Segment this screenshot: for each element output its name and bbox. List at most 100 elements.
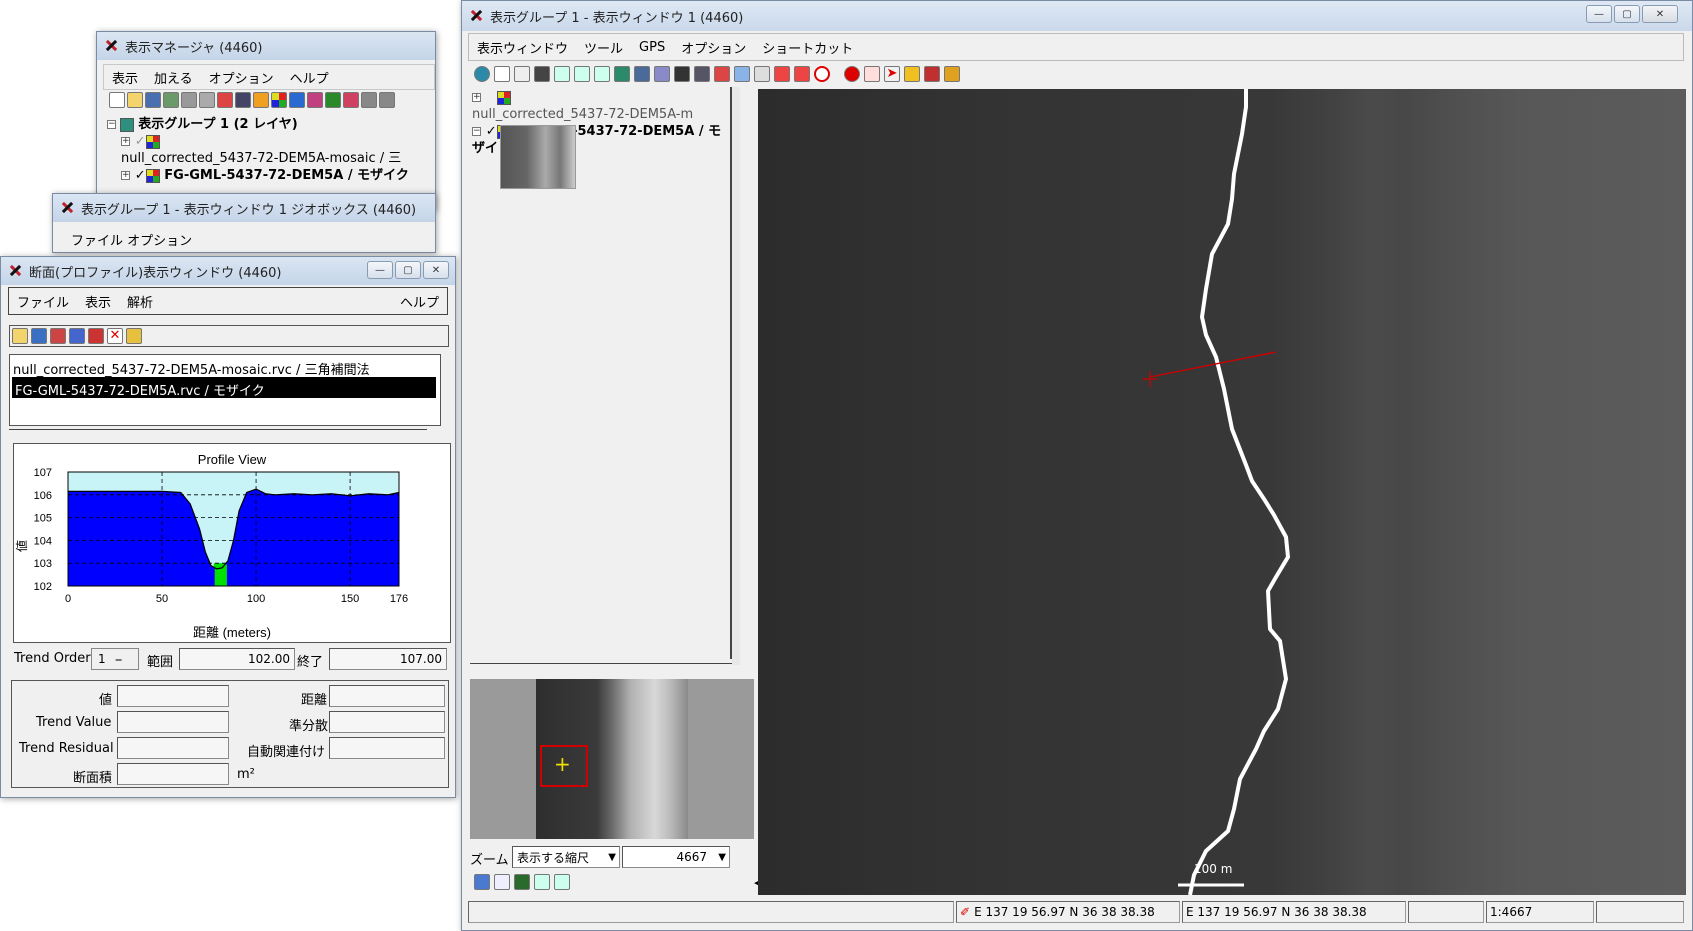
copy-icon[interactable] (50, 328, 66, 344)
zoom-layer-icon[interactable] (614, 66, 630, 82)
hatch-icon[interactable] (307, 92, 323, 108)
zoom-box-icon[interactable] (594, 66, 610, 82)
menu-item-options[interactable]: オプション (673, 38, 754, 57)
maximize-button[interactable]: ▢ (1614, 5, 1640, 23)
menu-item-analysis[interactable]: 解析 (119, 292, 161, 311)
delete-icon[interactable]: ✕ (107, 328, 123, 344)
profile-titlebar[interactable]: 断面(プロファイル)表示ウィンドウ (4460) — ▢ ✕ (1, 257, 455, 285)
trend-value-field[interactable] (117, 711, 229, 733)
color-icon[interactable] (271, 92, 287, 108)
redraw-icon[interactable] (474, 66, 490, 82)
check-icon[interactable] (485, 89, 497, 106)
value-field[interactable] (117, 685, 229, 707)
locator-view[interactable]: + (470, 679, 754, 839)
minimize-button[interactable]: — (367, 261, 393, 279)
check-icon[interactable]: ✓ (134, 133, 146, 150)
find-icon[interactable] (674, 66, 690, 82)
menu-item-help[interactable]: ヘルプ (282, 68, 337, 87)
close-button[interactable]: ✕ (423, 261, 449, 279)
tin-icon[interactable] (325, 92, 341, 108)
open-icon[interactable] (12, 328, 28, 344)
grid-icon[interactable] (343, 92, 359, 108)
layer-row-selected[interactable]: FG-GML-5437-72-DEM5A.rvc / モザイク (12, 377, 436, 399)
legend-icon[interactable] (474, 874, 490, 890)
group-row[interactable]: − 表示グループ 1 (2 レイヤ) (107, 116, 435, 133)
layers-icon[interactable] (163, 92, 179, 108)
trend-residual-field[interactable] (117, 737, 229, 759)
expand-icon[interactable]: + (121, 171, 130, 180)
semivariance-field[interactable] (329, 711, 445, 733)
measure-icon[interactable] (754, 66, 770, 82)
collapse-icon[interactable]: − (472, 127, 481, 136)
palette-icon[interactable] (289, 92, 305, 108)
select-pointer-icon[interactable]: ➤ (884, 66, 900, 82)
shape-icon[interactable] (253, 92, 269, 108)
menu-item-gps[interactable]: GPS (631, 40, 673, 55)
geobox-titlebar[interactable]: 表示グループ 1 - 表示ウィンドウ 1 ジオボックス (4460) (53, 194, 435, 222)
area-field[interactable] (117, 763, 229, 785)
check-icon[interactable]: ✓ (134, 167, 146, 184)
zoom-red-icon[interactable] (864, 66, 880, 82)
cancel-icon[interactable] (844, 66, 860, 82)
stop-icon[interactable] (814, 66, 830, 82)
save-icon[interactable] (145, 92, 161, 108)
camera-icon[interactable] (694, 66, 710, 82)
zoom-value-field[interactable]: 4667 ▼ (622, 846, 730, 868)
zoom-in-icon[interactable] (554, 66, 570, 82)
open-icon[interactable] (127, 92, 143, 108)
menu-item-display[interactable]: 表示 (104, 68, 146, 87)
add-layer-icon[interactable] (217, 92, 233, 108)
check-icon[interactable]: ✓ (485, 123, 497, 140)
zoom-fit-icon[interactable] (534, 874, 550, 890)
menu-item-view-window[interactable]: 表示ウィンドウ (469, 38, 576, 57)
profile-chart[interactable]: Profile View 0 50 100 150 176 107 106 105 104 103… (14, 444, 450, 642)
layer-panel-vscroll[interactable] (732, 87, 740, 665)
geobox-menu[interactable]: ファイル オプション (71, 230, 192, 249)
autocorrelation-field[interactable] (329, 737, 445, 759)
paste-icon[interactable] (69, 328, 85, 344)
zoom-group-icon[interactable] (634, 66, 650, 82)
layer-row[interactable]: + ✓ null_corrected_5437-72-DEM5A-mosaic … (107, 133, 435, 167)
close-button[interactable]: ✕ (1642, 5, 1678, 23)
collapse-icon[interactable]: − (107, 120, 116, 129)
full-view-icon[interactable] (494, 66, 510, 82)
menu-item-view[interactable]: 表示 (77, 292, 119, 311)
minimize-button[interactable]: — (1586, 5, 1612, 23)
add-layer-icon[interactable] (714, 66, 730, 82)
expand-icon[interactable]: + (121, 137, 130, 146)
layer-row[interactable]: + ✓ FG-GML-5437-72-DEM5A / モザイク (107, 167, 435, 184)
layer-panel-hscroll[interactable] (470, 663, 732, 671)
histogram-icon[interactable] (944, 66, 960, 82)
menu-item-tools[interactable]: ツール (576, 38, 631, 57)
select-layer-icon[interactable] (734, 66, 750, 82)
zoom-full-icon[interactable] (514, 874, 530, 890)
forward-icon[interactable] (794, 66, 810, 82)
maximize-button[interactable]: ▢ (395, 261, 421, 279)
image-icon[interactable] (235, 92, 251, 108)
end-field[interactable]: 107.00 (329, 648, 447, 670)
menu-item-shortcuts[interactable]: ショートカット (754, 38, 861, 57)
export-icon[interactable] (31, 328, 47, 344)
settings-icon[interactable] (126, 328, 142, 344)
vector-icon[interactable] (199, 92, 215, 108)
layer-row[interactable]: + null_corrected_5437-72-DEM5A-m (472, 89, 724, 123)
zoom-out-icon[interactable] (574, 66, 590, 82)
display-manager-titlebar[interactable]: 表示マネージャ (4460) (97, 32, 435, 60)
layer-row[interactable]: null_corrected_5437-72-DEM5A-mosaic.rvc … (10, 355, 440, 378)
zoom-target-icon[interactable] (554, 874, 570, 890)
expand-icon[interactable]: + (472, 93, 481, 102)
sketch-icon[interactable] (904, 66, 920, 82)
menu-item-help[interactable]: ヘルプ (392, 292, 447, 311)
magnifier-icon[interactable] (494, 874, 510, 890)
distance-field[interactable] (329, 685, 445, 707)
menu-item-file[interactable]: ファイル (9, 292, 77, 311)
menu-item-options[interactable]: オプション (201, 68, 282, 87)
trend-order-select[interactable]: 1 ⎯ (91, 648, 139, 670)
menu-item-add[interactable]: 加える (146, 68, 201, 87)
list-icon[interactable] (361, 92, 377, 108)
new-icon[interactable] (109, 92, 125, 108)
swap-icon[interactable] (88, 328, 104, 344)
main-titlebar[interactable]: 表示グループ 1 - 表示ウィンドウ 1 (4460) — ▢ ✕ (462, 1, 1692, 31)
table-icon[interactable] (379, 92, 395, 108)
profile-tool-icon[interactable] (924, 66, 940, 82)
